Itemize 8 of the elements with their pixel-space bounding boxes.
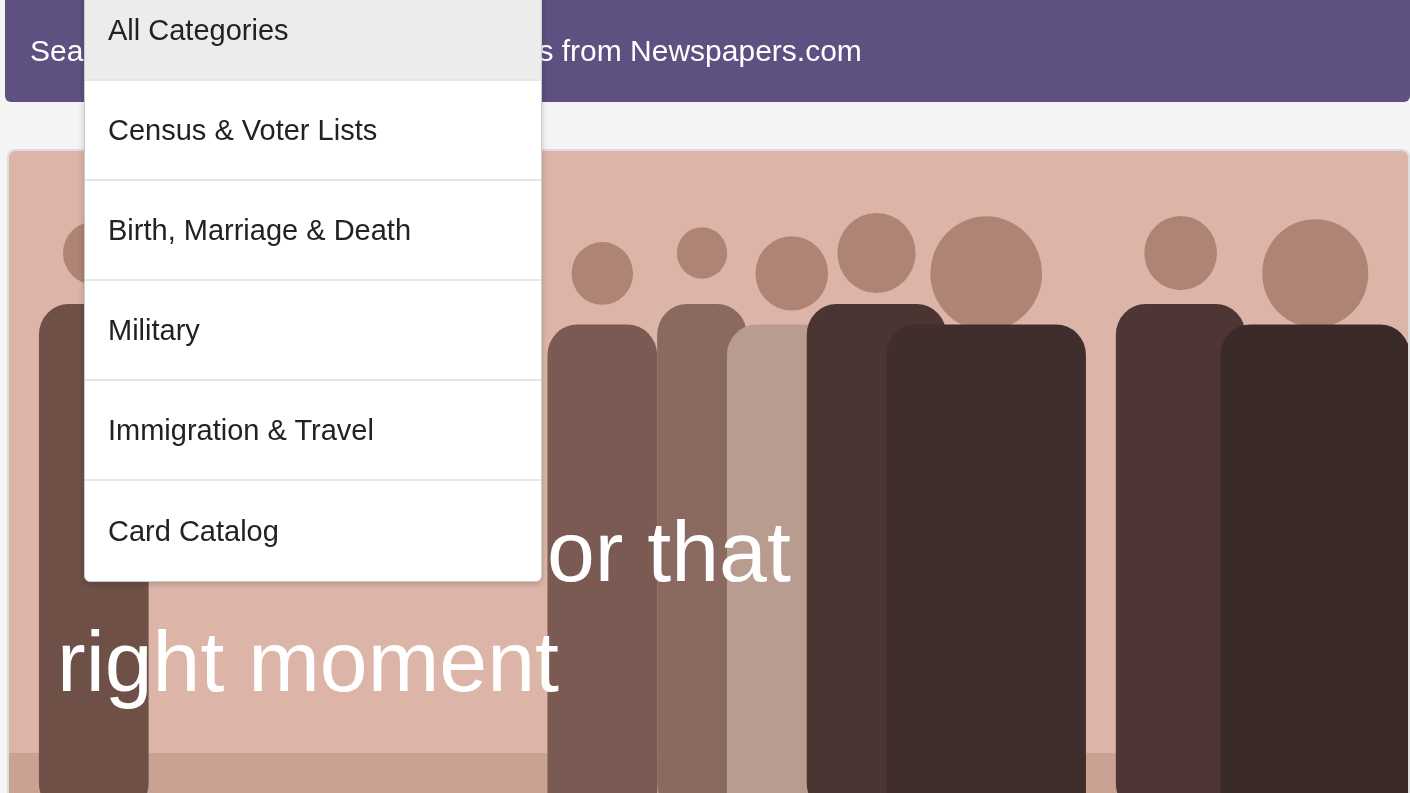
menu-item[interactable]: All Categories <box>85 0 541 81</box>
banner-text: Sea <box>30 34 84 68</box>
menu-item[interactable]: Birth, Marriage & Death <box>85 181 541 281</box>
hero-heading: or that <box>547 502 791 601</box>
menu-item[interactable]: Military <box>85 281 541 381</box>
menu-item[interactable]: Card Catalog <box>85 481 541 581</box>
menu-item[interactable]: Immigration & Travel <box>85 381 541 481</box>
menu-item[interactable]: Census & Voter Lists <box>85 81 541 181</box>
